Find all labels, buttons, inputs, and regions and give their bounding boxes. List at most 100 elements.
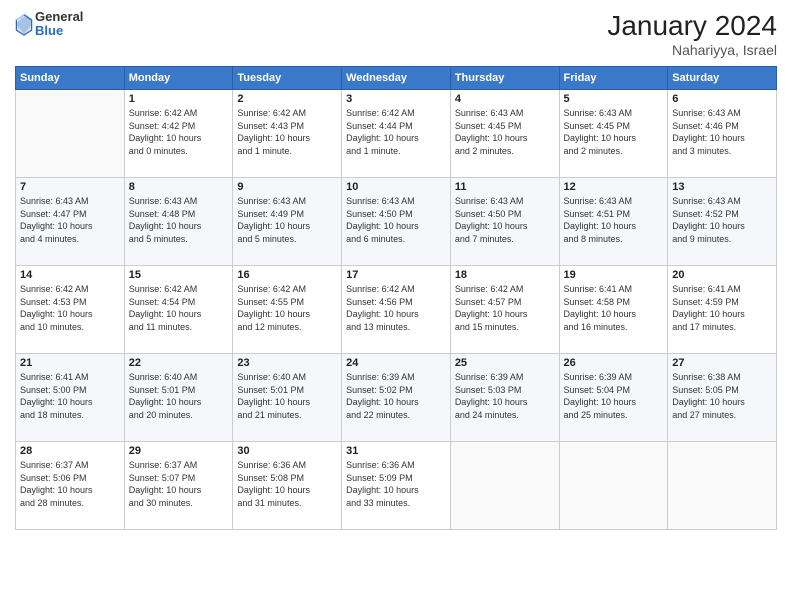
calendar-cell: 17 Sunrise: 6:42 AMSunset: 4:56 PMDayligh… (342, 266, 451, 354)
logo-blue-text: Blue (35, 24, 83, 38)
calendar-cell: 3Sunrise: 6:42 AMSunset: 4:44 PMDaylight… (342, 90, 451, 178)
day-info: Sunrise: 6:43 AMSunset: 4:51 PMDaylight:… (564, 195, 664, 245)
calendar-cell: 1 Sunrise: 6:42 AMSunset: 4:42 PMDaylight… (124, 90, 233, 178)
day-number: 14 (20, 269, 120, 281)
day-number: 24 (346, 357, 446, 369)
calendar-cell: 30Sunrise: 6:36 AMSunset: 5:08 PMDayligh… (233, 442, 342, 530)
day-info: Sunrise: 6:42 AMSunset: 4:54 PMDaylight:… (129, 283, 229, 333)
day-info: Sunrise: 6:42 AMSunset: 4:43 PMDaylight:… (237, 107, 337, 157)
calendar-cell: 11 Sunrise: 6:43 AMSunset: 4:50 PMDayligh… (450, 178, 559, 266)
day-info: Sunrise: 6:43 AMSunset: 4:47 PMDaylight:… (20, 195, 120, 245)
calendar-cell: 2 Sunrise: 6:42 AMSunset: 4:43 PMDaylight… (233, 90, 342, 178)
weekday-header-monday: Monday (124, 67, 233, 90)
calendar-cell: 6 Sunrise: 6:43 AMSunset: 4:46 PMDaylight… (668, 90, 777, 178)
day-number: 4 (455, 93, 555, 105)
day-number: 9 (237, 181, 337, 193)
calendar-cell: 28 Sunrise: 6:37 AMSunset: 5:06 PMDayligh… (16, 442, 125, 530)
day-info: Sunrise: 6:36 AMSunset: 5:09 PMDaylight:… (346, 459, 446, 509)
day-info: Sunrise: 6:43 AMSunset: 4:50 PMDaylight:… (455, 195, 555, 245)
day-number: 29 (129, 445, 229, 457)
day-info: Sunrise: 6:38 AMSunset: 5:05 PMDaylight:… (672, 371, 772, 421)
day-info: Sunrise: 6:40 AMSunset: 5:01 PMDaylight:… (129, 371, 229, 421)
day-info: Sunrise: 6:42 AMSunset: 4:56 PMDaylight:… (346, 283, 446, 333)
day-info: Sunrise: 6:39 AMSunset: 5:03 PMDaylight:… (455, 371, 555, 421)
calendar-cell: 19 Sunrise: 6:41 AMSunset: 4:58 PMDayligh… (559, 266, 668, 354)
calendar-week-row: 1 Sunrise: 6:42 AMSunset: 4:42 PMDaylight… (16, 90, 777, 178)
logo-general-text: General (35, 10, 83, 24)
weekday-header-sunday: Sunday (16, 67, 125, 90)
calendar-week-row: 14 Sunrise: 6:42 AMSunset: 4:53 PMDayligh… (16, 266, 777, 354)
day-number: 23 (237, 357, 337, 369)
day-info: Sunrise: 6:42 AMSunset: 4:44 PMDaylight:… (346, 107, 446, 157)
day-number: 25 (455, 357, 555, 369)
calendar-cell (450, 442, 559, 530)
day-info: Sunrise: 6:42 AMSunset: 4:55 PMDaylight:… (237, 283, 337, 333)
day-number: 26 (564, 357, 664, 369)
page: General Blue January 2024 Nahariyya, Isr… (0, 0, 792, 612)
calendar-week-row: 21Sunrise: 6:41 AMSunset: 5:00 PMDayligh… (16, 354, 777, 442)
day-number: 10 (346, 181, 446, 193)
calendar-cell: 24 Sunrise: 6:39 AMSunset: 5:02 PMDayligh… (342, 354, 451, 442)
calendar-cell: 10 Sunrise: 6:43 AMSunset: 4:50 PMDayligh… (342, 178, 451, 266)
day-info: Sunrise: 6:41 AMSunset: 4:59 PMDaylight:… (672, 283, 772, 333)
day-info: Sunrise: 6:39 AMSunset: 5:02 PMDaylight:… (346, 371, 446, 421)
weekday-header-wednesday: Wednesday (342, 67, 451, 90)
generalblue-logo-icon (15, 14, 33, 36)
day-info: Sunrise: 6:43 AMSunset: 4:49 PMDaylight:… (237, 195, 337, 245)
calendar-cell (559, 442, 668, 530)
calendar-cell: 5 Sunrise: 6:43 AMSunset: 4:45 PMDaylight… (559, 90, 668, 178)
location-subtitle: Nahariyya, Israel (607, 42, 777, 58)
calendar-cell: 22 Sunrise: 6:40 AMSunset: 5:01 PMDayligh… (124, 354, 233, 442)
day-info: Sunrise: 6:43 AMSunset: 4:45 PMDaylight:… (455, 107, 555, 157)
day-info: Sunrise: 6:36 AMSunset: 5:08 PMDaylight:… (237, 459, 337, 509)
day-number: 16 (237, 269, 337, 281)
calendar-cell: 20 Sunrise: 6:41 AMSunset: 4:59 PMDayligh… (668, 266, 777, 354)
logo: General Blue (15, 10, 83, 39)
logo-text: General Blue (35, 10, 83, 39)
calendar-cell: 31Sunrise: 6:36 AMSunset: 5:09 PMDayligh… (342, 442, 451, 530)
calendar-cell: 25 Sunrise: 6:39 AMSunset: 5:03 PMDayligh… (450, 354, 559, 442)
calendar-cell: 26 Sunrise: 6:39 AMSunset: 5:04 PMDayligh… (559, 354, 668, 442)
weekday-header-thursday: Thursday (450, 67, 559, 90)
calendar-cell: 14 Sunrise: 6:42 AMSunset: 4:53 PMDayligh… (16, 266, 125, 354)
day-number: 1 (129, 93, 229, 105)
day-info: Sunrise: 6:42 AMSunset: 4:42 PMDaylight:… (129, 107, 229, 157)
day-number: 28 (20, 445, 120, 457)
calendar-week-row: 28 Sunrise: 6:37 AMSunset: 5:06 PMDayligh… (16, 442, 777, 530)
calendar-cell: 16 Sunrise: 6:42 AMSunset: 4:55 PMDayligh… (233, 266, 342, 354)
day-number: 15 (129, 269, 229, 281)
day-info: Sunrise: 6:39 AMSunset: 5:04 PMDaylight:… (564, 371, 664, 421)
calendar-header-row: SundayMondayTuesdayWednesdayThursdayFrid… (16, 67, 777, 90)
day-info: Sunrise: 6:37 AMSunset: 5:07 PMDaylight:… (129, 459, 229, 509)
weekday-header-tuesday: Tuesday (233, 67, 342, 90)
day-number: 27 (672, 357, 772, 369)
calendar-cell: 13Sunrise: 6:43 AMSunset: 4:52 PMDayligh… (668, 178, 777, 266)
weekday-header-friday: Friday (559, 67, 668, 90)
day-number: 6 (672, 93, 772, 105)
calendar-cell: 4 Sunrise: 6:43 AMSunset: 4:45 PMDaylight… (450, 90, 559, 178)
calendar-cell: 29 Sunrise: 6:37 AMSunset: 5:07 PMDayligh… (124, 442, 233, 530)
day-info: Sunrise: 6:43 AMSunset: 4:46 PMDaylight:… (672, 107, 772, 157)
day-info: Sunrise: 6:43 AMSunset: 4:50 PMDaylight:… (346, 195, 446, 245)
day-number: 8 (129, 181, 229, 193)
calendar-cell: 8Sunrise: 6:43 AMSunset: 4:48 PMDaylight… (124, 178, 233, 266)
day-number: 7 (20, 181, 120, 193)
calendar-week-row: 7 Sunrise: 6:43 AMSunset: 4:47 PMDaylight… (16, 178, 777, 266)
day-number: 11 (455, 181, 555, 193)
day-number: 22 (129, 357, 229, 369)
calendar-cell: 21Sunrise: 6:41 AMSunset: 5:00 PMDayligh… (16, 354, 125, 442)
day-number: 17 (346, 269, 446, 281)
calendar-cell (668, 442, 777, 530)
day-number: 19 (564, 269, 664, 281)
day-info: Sunrise: 6:37 AMSunset: 5:06 PMDaylight:… (20, 459, 120, 509)
calendar-cell: 7 Sunrise: 6:43 AMSunset: 4:47 PMDaylight… (16, 178, 125, 266)
day-info: Sunrise: 6:42 AMSunset: 4:53 PMDaylight:… (20, 283, 120, 333)
day-number: 20 (672, 269, 772, 281)
day-number: 2 (237, 93, 337, 105)
day-info: Sunrise: 6:42 AMSunset: 4:57 PMDaylight:… (455, 283, 555, 333)
calendar-cell: 12Sunrise: 6:43 AMSunset: 4:51 PMDayligh… (559, 178, 668, 266)
day-info: Sunrise: 6:43 AMSunset: 4:45 PMDaylight:… (564, 107, 664, 157)
day-info: Sunrise: 6:41 AMSunset: 4:58 PMDaylight:… (564, 283, 664, 333)
calendar-cell (16, 90, 125, 178)
day-number: 5 (564, 93, 664, 105)
